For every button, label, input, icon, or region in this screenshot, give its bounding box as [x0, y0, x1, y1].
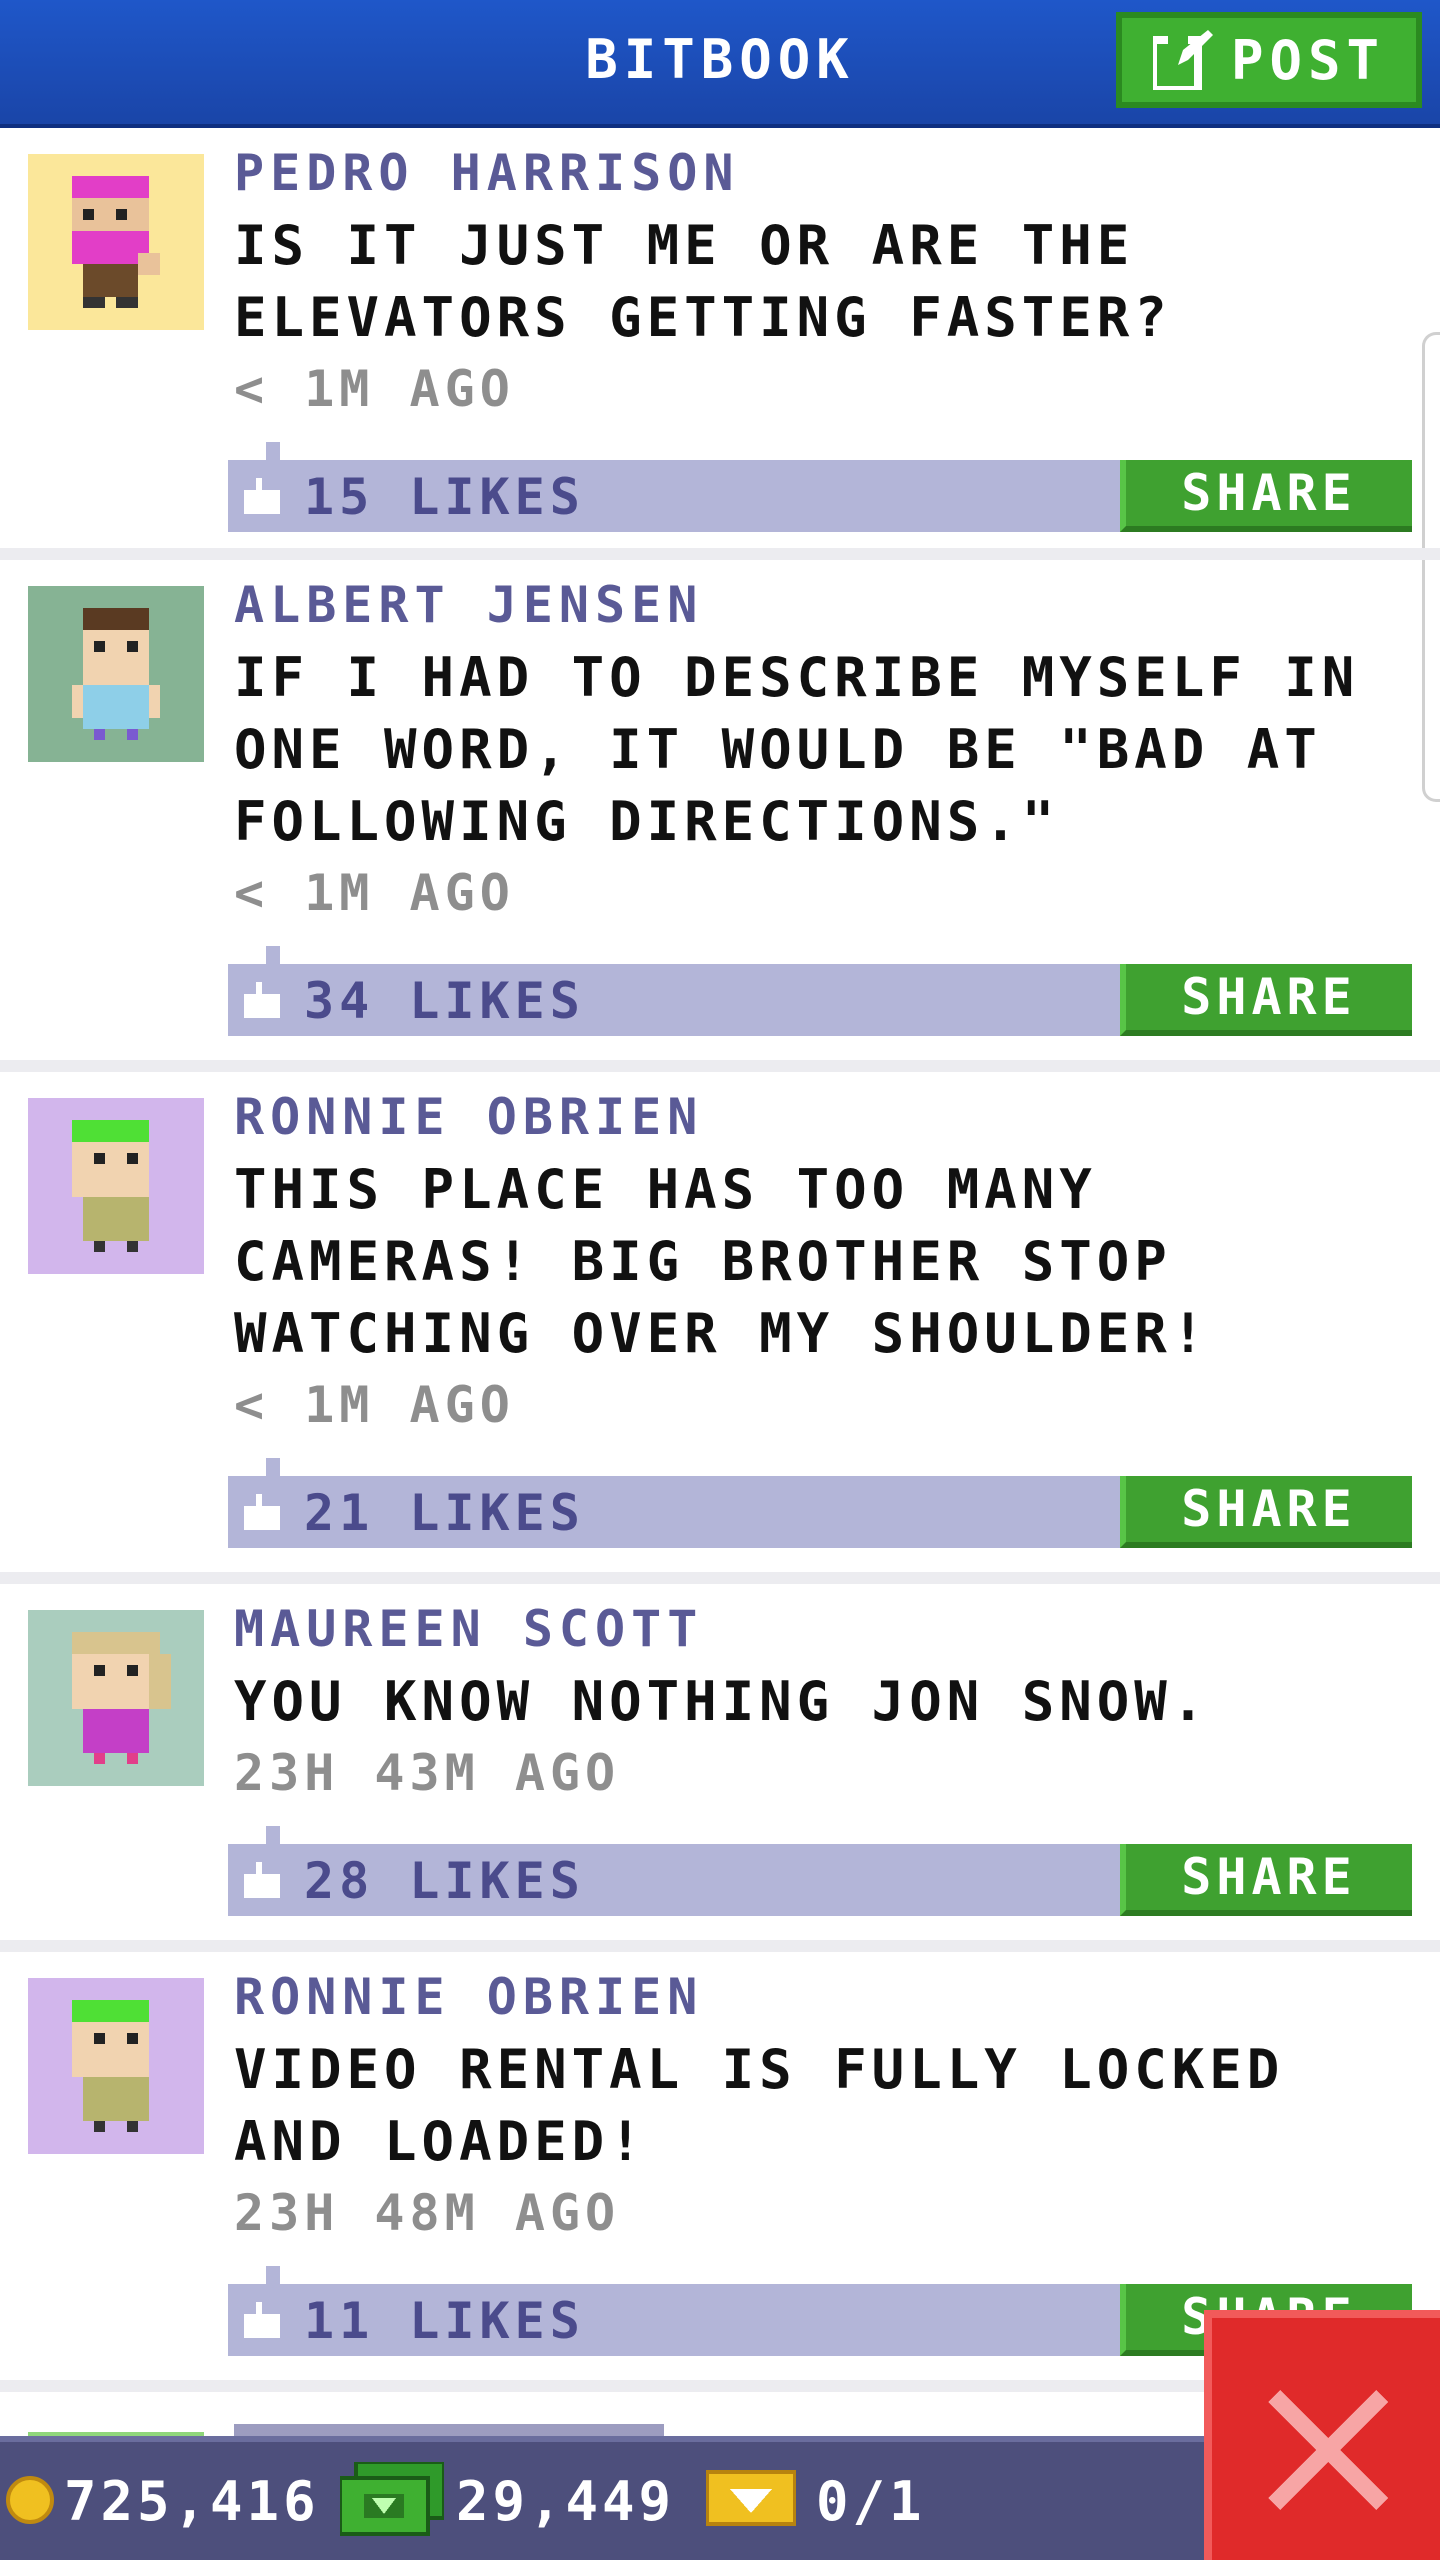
- avatar[interactable]: [28, 1978, 204, 2154]
- like-count: 11 LIKES: [304, 2292, 585, 2350]
- like-bar[interactable]: 15 LIKES SHARE: [228, 442, 1412, 532]
- like-bar-notch: [266, 1458, 280, 1478]
- post-button-label: POST: [1230, 28, 1386, 92]
- author-name: PEDRO HARRISON: [234, 144, 740, 202]
- thumbs-up-icon: [244, 1862, 280, 1898]
- author-name: RONNIE OBRIEN: [234, 1088, 704, 1146]
- share-button[interactable]: SHARE: [1120, 460, 1412, 532]
- avatar[interactable]: [28, 154, 204, 330]
- share-button[interactable]: SHARE: [1120, 964, 1412, 1036]
- post-text: THIS PLACE HAS TOO MANY CAMERAS! BIG BRO…: [234, 1158, 1210, 1365]
- like-count: 28 LIKES: [304, 1852, 585, 1910]
- share-button[interactable]: SHARE: [1120, 1844, 1412, 1916]
- post-text: VIDEO RENTAL IS FULLY LOCKED AND LOADED!: [234, 2038, 1285, 2173]
- post-text: YOU KNOW NOTHING JON SNOW.: [234, 1670, 1210, 1733]
- like-bar[interactable]: 21 LIKES SHARE: [228, 1458, 1412, 1548]
- compose-icon: [1152, 30, 1213, 90]
- thumbs-up-icon: [244, 2302, 280, 2338]
- avatar[interactable]: [28, 1098, 204, 1274]
- like-bar-notch: [266, 2266, 280, 2286]
- like-count: 15 LIKES: [304, 468, 585, 526]
- close-button[interactable]: [1204, 2310, 1440, 2560]
- post-time: < 1M AGO: [234, 864, 515, 922]
- bux-count: 29,449: [456, 2470, 676, 2533]
- coin-count: 725,416: [64, 2470, 320, 2533]
- next-post-author-edge: [234, 2424, 664, 2436]
- author-name: ALBERT JENSEN: [234, 576, 704, 634]
- avatar[interactable]: [28, 586, 204, 762]
- like-count: 34 LIKES: [304, 972, 585, 1030]
- author-name: RONNIE OBRIEN: [234, 1968, 704, 2026]
- post-text: IS IT JUST ME OR ARE THE ELEVATORS GETTI…: [234, 214, 1172, 349]
- bux-icon: [340, 2462, 444, 2536]
- like-bar[interactable]: 34 LIKES SHARE: [228, 946, 1412, 1036]
- thumbs-up-icon: [244, 982, 280, 1018]
- post-button[interactable]: POST: [1116, 12, 1422, 108]
- like-bar[interactable]: 28 LIKES SHARE: [228, 1826, 1412, 1916]
- feed-post: PEDRO HARRISON IS IT JUST ME OR ARE THE …: [0, 128, 1440, 560]
- vip-count: 0/1: [816, 2470, 926, 2533]
- post-time: 23H 48M AGO: [234, 2184, 621, 2242]
- like-bar-notch: [266, 442, 280, 462]
- post-time: 23H 43M AGO: [234, 1744, 621, 1802]
- like-bar-notch: [266, 946, 280, 966]
- post-text: IF I HAD TO DESCRIBE MYSELF IN ONE WORD,…: [234, 646, 1360, 853]
- thumbs-up-icon: [244, 1494, 280, 1530]
- app-header: BITBOOK POST: [0, 0, 1440, 128]
- post-time: < 1M AGO: [234, 1376, 515, 1434]
- thumbs-up-icon: [244, 478, 280, 514]
- share-button[interactable]: SHARE: [1120, 1476, 1412, 1548]
- news-feed: PEDRO HARRISON IS IT JUST ME OR ARE THE …: [0, 128, 1440, 2432]
- feed-post: RONNIE OBRIEN THIS PLACE HAS TOO MANY CA…: [0, 1072, 1440, 1584]
- vip-ticket-icon: [706, 2470, 796, 2526]
- like-count: 21 LIKES: [304, 1484, 585, 1542]
- author-name: MAUREEN SCOTT: [234, 1600, 704, 1658]
- like-bar-notch: [266, 1826, 280, 1846]
- post-time: < 1M AGO: [234, 360, 515, 418]
- feed-post: MAUREEN SCOTT YOU KNOW NOTHING JON SNOW.…: [0, 1584, 1440, 1952]
- feed-post: ALBERT JENSEN IF I HAD TO DESCRIBE MYSEL…: [0, 560, 1440, 1072]
- close-icon: [1268, 2390, 1388, 2510]
- avatar[interactable]: [28, 1610, 204, 1786]
- coin-icon: [6, 2476, 54, 2524]
